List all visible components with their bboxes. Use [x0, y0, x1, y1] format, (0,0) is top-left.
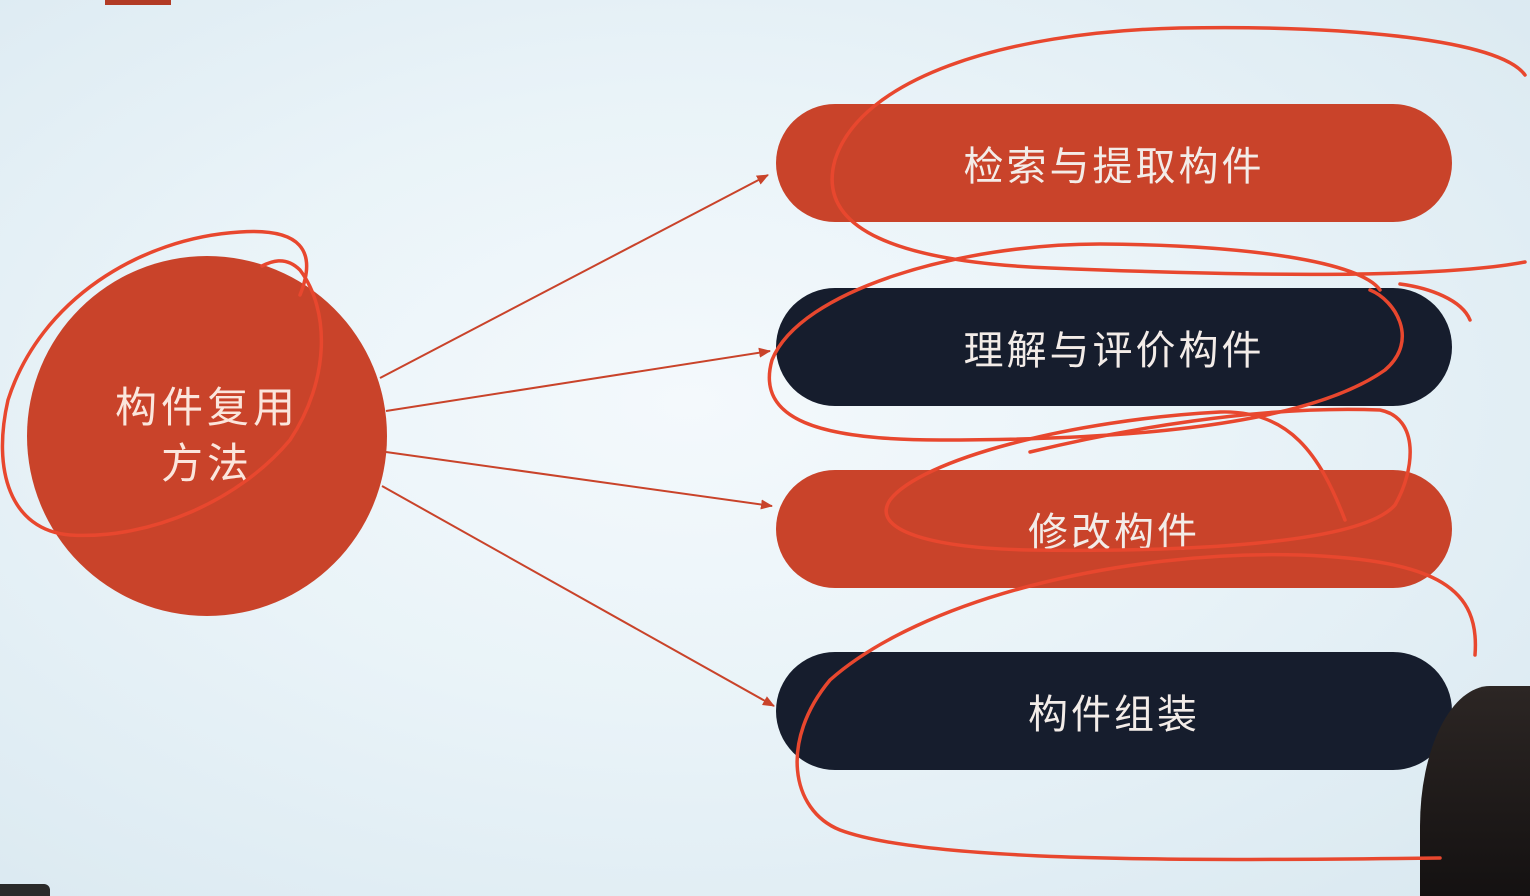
- node-understand-evaluate-components-label: 理解与评价构件: [963, 328, 1265, 374]
- node-modify-components-label: 修改构件: [1028, 510, 1200, 556]
- node-retrieve-components: 检索与提取构件: [776, 104, 1452, 222]
- center-node-label: 构件复用方法: [114, 383, 299, 488]
- player-corner-mark: [0, 884, 50, 896]
- arrow-to-understand: [385, 347, 771, 412]
- center-node: 构件复用方法: [27, 256, 387, 616]
- arrow-to-modify: [385, 451, 773, 510]
- arrow-to-retrieve: [379, 174, 769, 379]
- logo-fragment: [105, 0, 171, 5]
- arrow-to-assemble: [381, 485, 775, 707]
- node-modify-components: 修改构件: [776, 470, 1452, 588]
- node-understand-evaluate-components: 理解与评价构件: [776, 288, 1452, 406]
- slide: 构件复用方法 检索与提取构件 理解与评价构件 修改构件 构件组装: [0, 0, 1530, 896]
- node-retrieve-components-label: 检索与提取构件: [963, 144, 1265, 190]
- node-assemble-components: 构件组装: [776, 652, 1452, 770]
- node-assemble-components-label: 构件组装: [1028, 692, 1200, 738]
